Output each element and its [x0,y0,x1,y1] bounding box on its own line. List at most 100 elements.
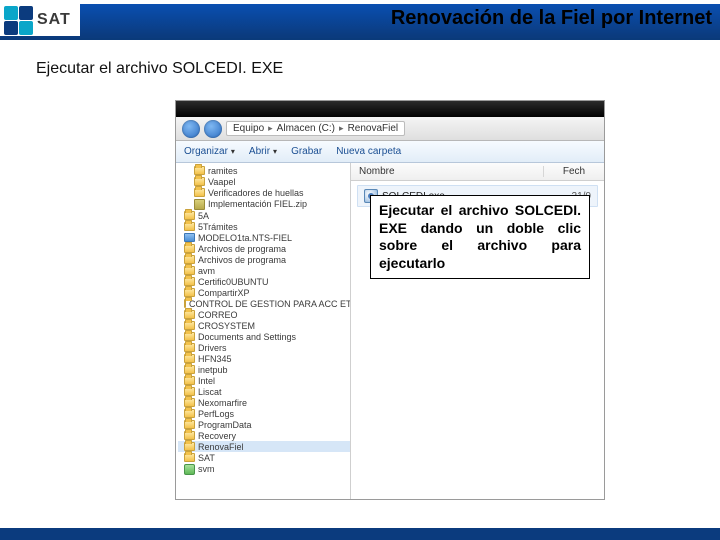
tree-node-label: Implementación FIEL.zip [208,199,307,209]
folder-icon [184,244,195,253]
tree-node-label: Drivers [198,343,227,353]
folder-icon [194,188,205,197]
tree-node[interactable]: ProgramData [178,419,350,430]
explorer-screenshot: Equipo▸ Almacen (C:)▸ RenovaFiel Organiz… [175,100,605,500]
folder-icon [184,277,195,286]
tree-node-label: Vaapel [208,177,235,187]
breadcrumb-part: Almacen (C:) [277,123,335,134]
folder-icon [184,222,195,231]
tree-node[interactable]: PerfLogs [178,408,350,419]
folder-icon [184,420,195,429]
folder-tree[interactable]: ramitesVaapelVerificadores de huellasImp… [176,163,351,499]
tree-node[interactable]: CROSYSTEM [178,320,350,331]
folder-icon [184,453,195,462]
col-date[interactable]: Fech [544,166,604,177]
folder-icon [184,299,186,308]
tree-node[interactable]: ramites [178,165,350,176]
folder-icon [184,321,195,330]
tree-node[interactable]: Archivos de programa [178,243,350,254]
tree-node-label: Certific0UBUNTU [198,277,269,287]
tree-node-label: svm [198,464,215,474]
breadcrumb-part: RenovaFiel [348,123,399,134]
tree-node[interactable]: svm [178,463,350,475]
tree-node[interactable]: CONTROL DE GESTION PARA ACC ET [178,298,350,309]
tree-node[interactable]: Archivos de programa [178,254,350,265]
col-name[interactable]: Nombre [351,166,544,177]
folder-icon [184,266,195,275]
folder-icon [184,442,195,451]
tree-node[interactable]: avm [178,265,350,276]
tree-node[interactable]: MODELO1ta.NTS-FIEL [178,232,350,243]
tree-node[interactable]: CORREO [178,309,350,320]
tree-node[interactable]: CompartirXP [178,287,350,298]
folder-icon [184,310,195,319]
section-subtitle: Ejecutar el archivo SOLCEDI. EXE [36,60,283,78]
tree-node-label: MODELO1ta.NTS-FIEL [198,233,292,243]
folder-icon [184,398,195,407]
tree-node-label: CROSYSTEM [198,321,255,331]
tree-node[interactable]: Recovery [178,430,350,441]
tree-node[interactable]: 5Trámites [178,221,350,232]
tree-node[interactable]: HFN345 [178,353,350,364]
folder-icon [184,354,195,363]
folder-icon [184,255,195,264]
tree-node[interactable]: Verificadores de huellas [178,187,350,198]
instruction-callout: Ejecutar el archivo SOLCEDI. EXE dando u… [370,195,590,279]
tree-node[interactable]: Liscat [178,386,350,397]
breadcrumb[interactable]: Equipo▸ Almacen (C:)▸ RenovaFiel [226,121,405,136]
folder-icon [184,332,195,341]
tree-node[interactable]: Implementación FIEL.zip [178,198,350,210]
tree-node-label: Intel [198,376,215,386]
tree-node[interactable]: Intel [178,375,350,386]
tree-node-label: Documents and Settings [198,332,296,342]
tree-node-label: Archivos de programa [198,244,286,254]
tree-node-label: CONTROL DE GESTION PARA ACC ET [189,299,351,309]
folder-icon [184,387,195,396]
folder-icon [194,166,205,175]
tree-node-label: HFN345 [198,354,232,364]
tree-node-label: ProgramData [198,420,252,430]
logo-text: SAT [37,11,71,29]
folder-icon [184,376,195,385]
folder-icon [184,409,195,418]
tree-node-label: 5A [198,211,209,221]
tree-node-label: CompartirXP [198,288,250,298]
tree-node[interactable]: 5A [178,210,350,221]
explorer-toolbar: Organizar ▾ Abrir ▾ Grabar Nueva carpeta [176,141,604,163]
tree-node-label: ramites [208,166,238,176]
blueimg-icon [184,233,195,242]
tree-node-label: RenovaFiel [198,442,244,452]
tree-node[interactable]: Nexomarfire [178,397,350,408]
tree-node-label: PerfLogs [198,409,234,419]
zip-icon [194,199,205,210]
tree-node[interactable]: Vaapel [178,176,350,187]
folder-icon [184,211,195,220]
greenico-icon [184,464,195,475]
newfolder-button[interactable]: Nueva carpeta [336,146,401,157]
tree-node[interactable]: inetpub [178,364,350,375]
open-button[interactable]: Abrir ▾ [249,146,277,157]
organize-button[interactable]: Organizar ▾ [184,146,235,157]
folder-icon [184,343,195,352]
tree-node[interactable]: Documents and Settings [178,331,350,342]
tree-node[interactable]: RenovaFiel [178,441,350,452]
tree-node[interactable]: SAT [178,452,350,463]
back-button[interactable] [182,120,200,138]
column-headers[interactable]: Nombre Fech [351,163,604,181]
folder-icon [184,288,195,297]
burn-button[interactable]: Grabar [291,146,322,157]
breadcrumb-part: Equipo [233,123,264,134]
forward-button[interactable] [204,120,222,138]
folder-icon [194,177,205,186]
tree-node-label: 5Trámites [198,222,238,232]
tree-node-label: Verificadores de huellas [208,188,304,198]
tree-node[interactable]: Certific0UBUNTU [178,276,350,287]
tree-node-label: avm [198,266,215,276]
tree-node-label: Recovery [198,431,236,441]
tree-node[interactable]: Drivers [178,342,350,353]
folder-icon [184,365,195,374]
tree-node-label: inetpub [198,365,228,375]
sat-logo: SAT [4,4,74,36]
footer-bar [0,528,720,540]
address-bar: Equipo▸ Almacen (C:)▸ RenovaFiel [176,117,604,141]
